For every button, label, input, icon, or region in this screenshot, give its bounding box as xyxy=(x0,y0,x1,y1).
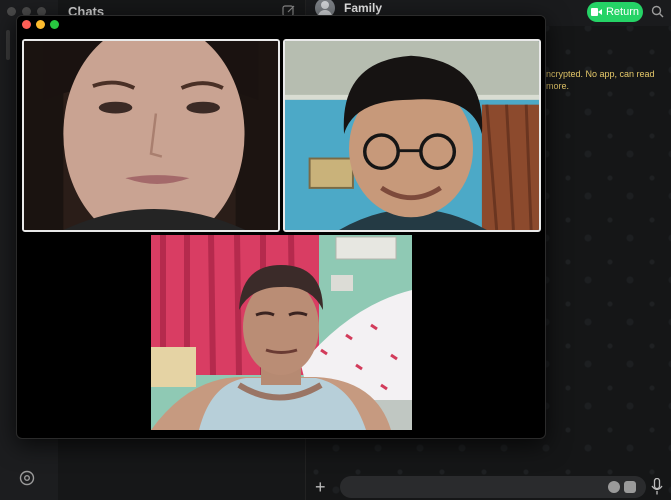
gear-icon[interactable] xyxy=(18,469,36,487)
microphone-icon[interactable] xyxy=(651,478,663,495)
video-call-window[interactable] xyxy=(16,15,546,439)
participant-video-tile[interactable] xyxy=(151,235,412,430)
emoji-icon[interactable] xyxy=(608,481,620,493)
participant-video-feed xyxy=(151,235,412,430)
close-window-button[interactable] xyxy=(22,20,31,29)
participant-video-feed xyxy=(24,41,278,230)
minimize-window-button[interactable] xyxy=(36,20,45,29)
sticker-icon[interactable] xyxy=(624,481,636,493)
video-camera-icon xyxy=(590,8,602,16)
message-composer: + xyxy=(306,474,671,500)
maximize-window-button[interactable] xyxy=(50,20,59,29)
encryption-notice[interactable]: ncrypted. No app, can read more. xyxy=(546,68,671,92)
participant-video-tile[interactable] xyxy=(22,39,280,232)
return-label: Return xyxy=(605,6,640,18)
participant-video-feed xyxy=(285,41,539,230)
rail-active-indicator xyxy=(6,30,10,60)
return-to-call-button[interactable]: Return xyxy=(587,2,643,22)
search-icon[interactable] xyxy=(651,5,664,18)
close-dot-icon[interactable] xyxy=(7,7,16,16)
call-titlebar[interactable] xyxy=(17,16,545,38)
contact-name[interactable]: Family xyxy=(344,1,382,15)
message-input[interactable] xyxy=(340,476,646,498)
attach-button[interactable]: + xyxy=(315,478,326,496)
participant-video-tile[interactable] xyxy=(283,39,541,232)
